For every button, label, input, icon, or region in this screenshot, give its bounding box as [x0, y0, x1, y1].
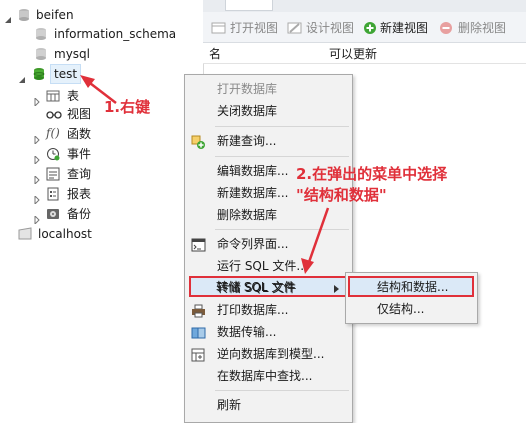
annotation-step1: 1.右键: [104, 98, 151, 116]
annotation-step2-line1: 2.在弹出的菜单中选择: [296, 165, 448, 183]
annotation-arrows: [80, 75, 330, 274]
annotation-step2-line2: "结构和数据": [296, 186, 387, 204]
menu-item-label: 转储 SQL 文件: [217, 281, 297, 295]
arrow-line-2: [306, 207, 330, 266]
arrow-head-2: [301, 258, 314, 274]
